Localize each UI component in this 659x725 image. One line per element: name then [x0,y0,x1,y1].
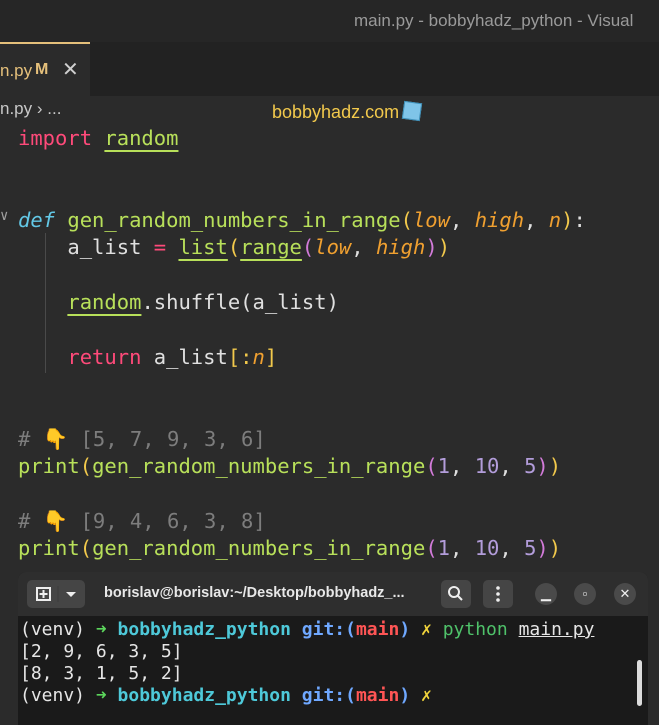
menu-button[interactable] [483,580,513,608]
close-icon[interactable]: ✕ [62,57,79,82]
tab-main-py[interactable]: n.py M ✕ [0,42,90,96]
search-button[interactable] [441,580,471,608]
modified-indicator: M [35,61,49,78]
search-icon [448,586,463,601]
new-tab-button[interactable] [27,580,85,608]
code-line-print-1: print(gen_random_numbers_in_range(1, 10,… [18,454,562,478]
minimize-button[interactable]: ▁ [535,583,557,605]
code-comment-2: # 👇 [9, 4, 6, 3, 8] [18,509,266,533]
window-titlebar: main.py - bobbyhadz_python - Visual [0,0,659,42]
ice-cube-icon [401,100,423,122]
maximize-icon: ▫ [582,586,588,601]
kebab-menu-icon [496,586,500,602]
site-banner: bobbyhadz.com [272,100,423,123]
new-tab-icon [36,586,76,602]
close-icon: ✕ [619,586,631,601]
terminal-scrollbar[interactable] [637,660,642,706]
terminal-prompt-line: (venv) ➜ bobbyhadz_python git:(main) ✗ p… [20,619,595,640]
breadcrumb-more[interactable]: ... [47,99,61,118]
pointing-down-icon: 👇 [42,427,69,451]
terminal-titlebar: borislav@borislav:~/Desktop/bobbyhadz_..… [18,572,648,616]
terminal-title: borislav@borislav:~/Desktop/bobbyhadz_..… [104,585,405,601]
code-line-import: import random [18,126,179,150]
maximize-button[interactable]: ▫ [574,583,596,605]
window-title: main.py - bobbyhadz_python - Visual [354,11,634,30]
banner-text: bobbyhadz.com [272,102,400,122]
chevron-right-icon: › [36,99,43,118]
close-button[interactable]: ✕ [614,583,636,605]
terminal-output-line: [2, 9, 6, 3, 5] [20,641,183,662]
tab-label: n.py [0,61,33,80]
code-line-shuffle: random.shuffle(a_list) [67,290,339,314]
code-line-print-2: print(gen_random_numbers_in_range(1, 10,… [18,536,562,560]
breadcrumb[interactable]: n.py › ... [0,99,61,119]
terminal-prompt-line: (venv) ➜ bobbyhadz_python git:(main) ✗ [20,685,432,706]
minimize-icon: ▁ [541,586,551,601]
terminal-window[interactable]: borislav@borislav:~/Desktop/bobbyhadz_..… [18,572,648,725]
code-comment-1: # 👇 [5, 7, 9, 3, 6] [18,427,266,451]
breadcrumb-file[interactable]: n.py [0,99,32,118]
code-line-return: return a_list[:n] [67,345,278,369]
code-line-alist: a_list = list(range(low, high)) [67,235,451,259]
terminal-output-line: [8, 3, 1, 5, 2] [20,663,183,684]
editor-tab-bar: n.py M ✕ bobbyhadz.com [0,42,659,122]
code-line-def: def gen_random_numbers_in_range(low, hig… [18,208,586,232]
pointing-down-icon: 👇 [42,509,69,533]
fold-chevron-icon[interactable]: ∨ [0,208,8,224]
